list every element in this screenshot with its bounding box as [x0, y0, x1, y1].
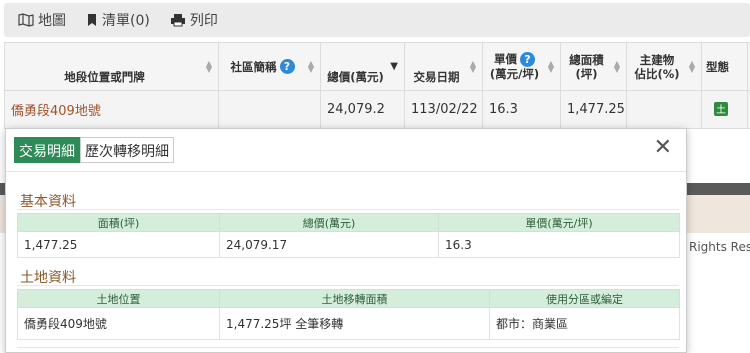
col-area-unit: (坪): [575, 66, 598, 81]
sort-icon: ▲ ▼: [613, 58, 620, 74]
basic-header-unit: 單價(萬元/坪): [438, 213, 680, 232]
basic-header-area: 面積(坪): [17, 213, 220, 232]
land-value-location: 僑勇段409地號: [17, 307, 220, 340]
cell-area: 1,477.25: [560, 90, 627, 129]
bookmark-icon: [88, 14, 96, 26]
sort-icon: ▲ ▼: [688, 58, 695, 74]
land-header-location: 土地位置: [17, 289, 220, 308]
cell-main-ratio: [626, 90, 702, 129]
rights-text: Rights Res: [689, 240, 750, 254]
land-header-transfer-area: 土地移轉面積: [219, 289, 490, 308]
cell-address[interactable]: 僑勇段409地號: [4, 90, 219, 129]
toolbar: 地圖 清單(0) 列印: [4, 3, 750, 37]
divider: [17, 347, 679, 353]
sort-icon: ▲ ▼: [205, 58, 212, 74]
section-title-land: 土地資料: [20, 270, 76, 286]
col-type-label: 型態: [706, 59, 729, 74]
col-area[interactable]: 總面積 (坪) ▲ ▼: [560, 42, 627, 91]
divider: [17, 285, 679, 286]
basic-header-total: 總價(萬元): [219, 213, 439, 232]
results-grid: 地段位置或門牌 ▲ ▼ 社區簡稱? ▲ ▼ 總價(萬元) ▼ 交易日期 ▲ ▼ 單價? (萬元/…: [4, 42, 750, 129]
col-address-label: 地段位置或門牌: [64, 70, 145, 84]
tab-transaction-detail[interactable]: 交易明細: [14, 137, 80, 163]
land-value-transfer-area: 1,477.25坪 全筆移轉: [219, 307, 490, 340]
cell-date: 113/02/22: [404, 90, 483, 129]
basic-value-area: 1,477.25: [17, 231, 220, 258]
table-row: 1,477.25 24,079.17 16.3: [17, 231, 680, 258]
col-type[interactable]: 型態: [701, 42, 748, 91]
cell-unit-price: 16.3: [482, 90, 561, 129]
sort-icon: ▲ ▼: [307, 58, 314, 74]
list-button[interactable]: 清單(0): [86, 10, 150, 30]
map-label: 地圖: [38, 13, 66, 29]
sort-icon: ▲ ▼: [547, 58, 554, 74]
sort-icon: ▲ ▼: [469, 58, 476, 74]
col-main-ratio-label: 主建物: [639, 52, 675, 67]
col-total-price[interactable]: 總價(萬元) ▼: [320, 42, 405, 91]
cell-total-price: 24,079.2: [320, 90, 405, 129]
col-date-label: 交易日期: [413, 70, 460, 84]
land-header-zoning: 使用分區或編定: [489, 289, 680, 308]
map-icon: [18, 13, 34, 27]
col-date[interactable]: 交易日期 ▲ ▼: [404, 42, 483, 91]
col-unit-price-label: 單價: [494, 51, 517, 66]
print-button[interactable]: 列印: [170, 10, 218, 30]
address-link[interactable]: 僑勇段409地號: [11, 104, 101, 119]
col-community-label: 社區簡稱: [230, 59, 277, 74]
printer-icon: [170, 14, 185, 27]
col-total-price-label: 總價(萬元): [327, 70, 384, 84]
basic-value-unit: 16.3: [438, 231, 680, 258]
cell-type: 土: [701, 90, 748, 129]
help-icon[interactable]: ?: [520, 52, 535, 68]
col-address[interactable]: 地段位置或門牌 ▲ ▼: [4, 42, 219, 91]
land-value-zoning: 都市：商業區: [489, 307, 680, 340]
grid-header-row: 地段位置或門牌 ▲ ▼ 社區簡稱? ▲ ▼ 總價(萬元) ▼ 交易日期 ▲ ▼ 單價? (萬元/…: [4, 42, 750, 91]
basic-info-table: 面積(坪) 總價(萬元) 單價(萬元/坪) 1,477.25 24,079.17…: [17, 213, 680, 258]
cell-community: [218, 90, 321, 129]
col-area-label: 總面積: [569, 52, 604, 67]
table-row[interactable]: 僑勇段409地號 24,079.2 113/02/22 16.3 1,477.2…: [4, 90, 750, 129]
col-main-ratio[interactable]: 主建物 佔比(%) ▲ ▼: [626, 42, 702, 91]
table-row: 僑勇段409地號 1,477.25坪 全筆移轉 都市：商業區: [17, 307, 680, 340]
col-community[interactable]: 社區簡稱? ▲ ▼: [218, 42, 321, 91]
col-unit-price[interactable]: 單價? (萬元/坪) ▲ ▼: [482, 42, 561, 91]
basic-value-total: 24,079.17: [219, 231, 439, 258]
sort-desc-icon: ▼: [390, 60, 398, 72]
col-unit-price-unit: (萬元/坪): [489, 67, 540, 82]
section-title-basic: 基本資料: [20, 194, 76, 210]
close-icon[interactable]: ✕: [654, 135, 672, 160]
tab-transfer-history[interactable]: 歷次轉移明細: [80, 137, 174, 163]
divider: [6, 171, 686, 172]
land-info-table: 土地位置 土地移轉面積 使用分區或編定 僑勇段409地號 1,477.25坪 全…: [17, 289, 680, 340]
help-icon[interactable]: ?: [279, 59, 295, 74]
print-label: 列印: [189, 13, 218, 29]
land-type-badge: 土: [714, 101, 728, 116]
col-main-ratio-unit: 佔比(%): [634, 66, 680, 81]
list-label: 清單(0): [102, 13, 150, 29]
divider: [17, 209, 679, 210]
map-button[interactable]: 地圖: [18, 10, 66, 30]
transaction-detail-popup: 交易明細 歷次轉移明細 ✕ 基本資料 面積(坪) 總價(萬元) 單價(萬元/坪)…: [5, 128, 687, 353]
popup-tabs: 交易明細 歷次轉移明細: [14, 137, 174, 163]
